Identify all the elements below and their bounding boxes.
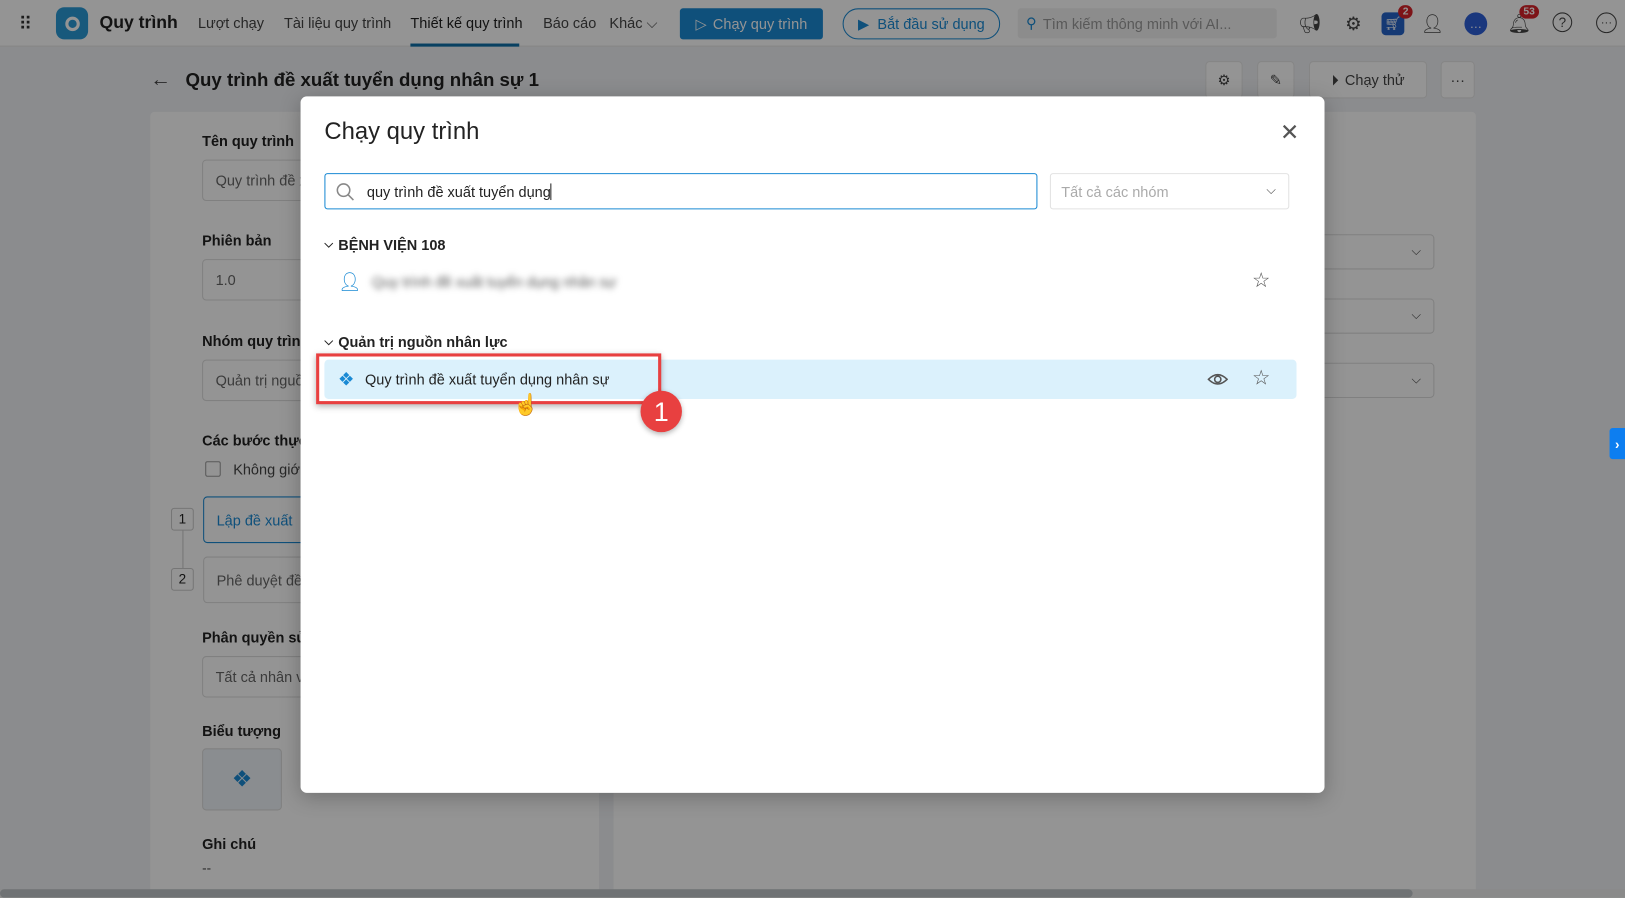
eye-icon[interactable] xyxy=(1207,369,1229,390)
process-name: Quy trình đề xuất tuyển dụng nhân sự xyxy=(371,273,617,291)
user-search-icon: 👤︎ xyxy=(337,271,362,292)
chevron-down-icon: ⌵ xyxy=(324,237,334,251)
highlight-box xyxy=(316,353,662,405)
run-process-modal: Chạy quy trình ✕ quy trình đề xuất tuyển… xyxy=(300,96,1325,793)
group-header[interactable]: ⌵ BỆNH VIỆN 108 xyxy=(324,236,445,253)
group-name: Quản trị nguồn nhân lực xyxy=(338,333,508,351)
chevron-down-icon: ⌵ xyxy=(1266,182,1276,197)
search-value: quy trình đề xuất tuyển dụng xyxy=(366,182,551,200)
group-name: BỆNH VIỆN 108 xyxy=(338,236,446,253)
group-filter-select[interactable]: Tất cả các nhóm ⌵ xyxy=(1049,173,1290,210)
chevron-right-icon: › xyxy=(1615,435,1620,452)
close-icon[interactable]: ✕ xyxy=(1280,119,1299,146)
hand-cursor-icon: ☝ xyxy=(513,393,539,417)
step-annotation-badge: 1 xyxy=(640,390,682,433)
group-header[interactable]: ⌵ Quản trị nguồn nhân lực xyxy=(324,334,507,351)
stage: ⠿ Quy trình Lượt chạy Tài liệu quy trình… xyxy=(0,0,1625,898)
process-search-input[interactable]: quy trình đề xuất tuyển dụng xyxy=(324,173,1038,210)
star-icon[interactable]: ☆ xyxy=(1252,368,1271,389)
expand-side-tab[interactable]: › xyxy=(1609,428,1625,460)
group-filter-value: Tất cả các nhóm xyxy=(1061,183,1169,201)
process-list-item[interactable]: 👤︎ Quy trình đề xuất tuyển dụng nhân sự … xyxy=(324,262,1296,301)
text-caret xyxy=(550,182,552,200)
modal-title: Chạy quy trình xyxy=(324,117,480,145)
chevron-down-icon: ⌵ xyxy=(324,335,334,348)
star-icon[interactable]: ☆ xyxy=(1252,271,1271,292)
search-icon xyxy=(336,182,354,201)
